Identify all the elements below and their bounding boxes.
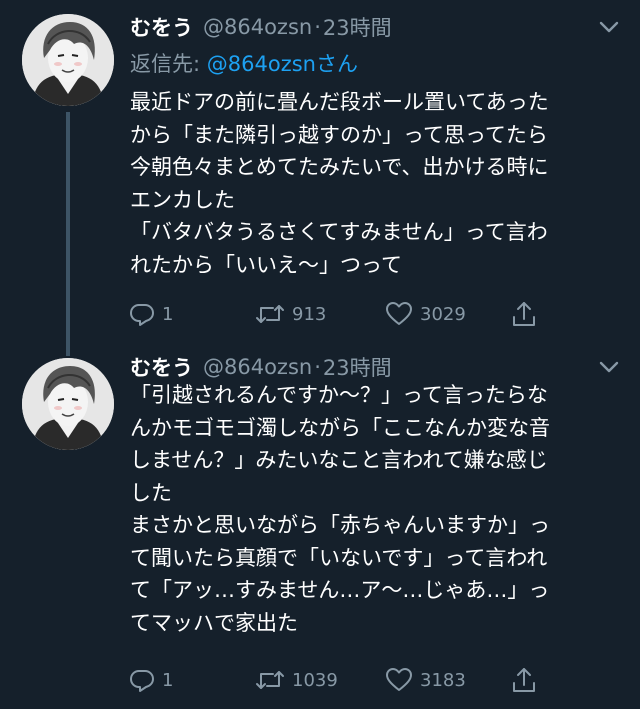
share-icon (510, 299, 538, 329)
tweet-text-line: 「バタバタうるさくてすみません」って言わ (130, 220, 548, 244)
display-name[interactable]: むをう (130, 352, 193, 382)
tweet-text-line: 最近ドアの前に畳んだ段ボール置いてあった (130, 90, 549, 114)
tweet-text-line: 今朝色々まとめてたみたいで、出かける時に (130, 155, 549, 179)
user-handle[interactable]: @864ozsn (203, 15, 312, 39)
tweet[interactable]: むをう @864ozsn · 23時間 「引越されるんですか〜？」って言ったらな… (0, 348, 640, 709)
retweet-button[interactable]: 1039 (254, 662, 338, 698)
retweet-icon (254, 300, 286, 328)
tweet-text-line: れたから「いいえ〜」つって (130, 252, 402, 277)
reply-button[interactable]: 1 (128, 662, 173, 698)
reply-icon (128, 666, 156, 694)
share-button[interactable] (510, 296, 538, 332)
reply-to-link[interactable]: @864ozsnさん (207, 52, 358, 76)
tweet-text-line: 「引越されるんですか〜？」って言ったらな (130, 383, 548, 407)
caret-down-icon[interactable] (596, 354, 622, 380)
tweet[interactable]: むをう @864ozsn · 23時間 返信先: @864ozsnさん 最近ドア… (0, 0, 640, 348)
separator-dot: · (314, 15, 321, 39)
reply-to-prefix: 返信先: (130, 52, 207, 76)
tweet-text-line: まさかと思いながら「赤ちゃんいますか」っ (130, 513, 550, 537)
reply-icon (128, 300, 156, 328)
tweet-text: 「引越されるんですか〜？」って言ったらな んかモゴモゴ濁しながら「ここなんか変な… (130, 379, 616, 639)
timestamp[interactable]: 23時間 (323, 352, 392, 382)
like-count: 3029 (420, 303, 466, 325)
user-handle[interactable]: @864ozsn (203, 355, 312, 379)
retweet-count: 913 (292, 303, 327, 325)
reply-count: 1 (162, 669, 174, 691)
thread-line (66, 348, 70, 356)
thread-line (66, 112, 70, 348)
tweet-text: 最近ドアの前に畳んだ段ボール置いてあった から「また隣引っ越すのか」って思ってた… (130, 86, 616, 281)
tweet-text-line: て「アッ…すみません…ア〜…じゃあ…」っ (130, 578, 550, 602)
tweet-actions: 1 1039 3183 (128, 662, 618, 698)
share-button[interactable] (510, 662, 538, 698)
display-name[interactable]: むをう (130, 12, 193, 42)
tweet-text-line: から「また隣引っ越すのか」って思ってたら (130, 122, 548, 147)
tweet-text-line: んかモゴモゴ濁しながら「ここなんか変な音 (130, 415, 550, 440)
tweet-header: むをう @864ozsn · 23時間 (130, 10, 392, 44)
share-icon (510, 665, 538, 695)
heart-icon (384, 666, 414, 694)
tweet-actions: 1 913 3029 (128, 296, 618, 332)
like-count: 3183 (420, 669, 466, 691)
retweet-count: 1039 (292, 669, 338, 691)
heart-icon (384, 300, 414, 328)
caret-down-icon[interactable] (596, 14, 622, 40)
tweet-text-line: てマッハで家出た (130, 610, 298, 635)
avatar[interactable] (22, 358, 114, 450)
reply-to: 返信先: @864ozsnさん (130, 48, 358, 78)
retweet-button[interactable]: 913 (254, 296, 326, 332)
like-button[interactable]: 3029 (384, 296, 466, 332)
tweet-text-line: て聞いたら真顔で「いないです」って言われ (130, 545, 548, 570)
reply-count: 1 (162, 303, 174, 325)
avatar[interactable] (22, 14, 114, 106)
like-button[interactable]: 3183 (384, 662, 466, 698)
separator-dot: · (314, 355, 321, 379)
tweet-text-line: した (130, 480, 172, 505)
retweet-icon (254, 666, 286, 694)
reply-button[interactable]: 1 (128, 296, 173, 332)
tweet-text-line: エンカした (130, 187, 235, 212)
tweet-text-line: しません？」みたいなこと言われて嫌な感じ (130, 448, 548, 472)
timestamp[interactable]: 23時間 (323, 12, 392, 42)
